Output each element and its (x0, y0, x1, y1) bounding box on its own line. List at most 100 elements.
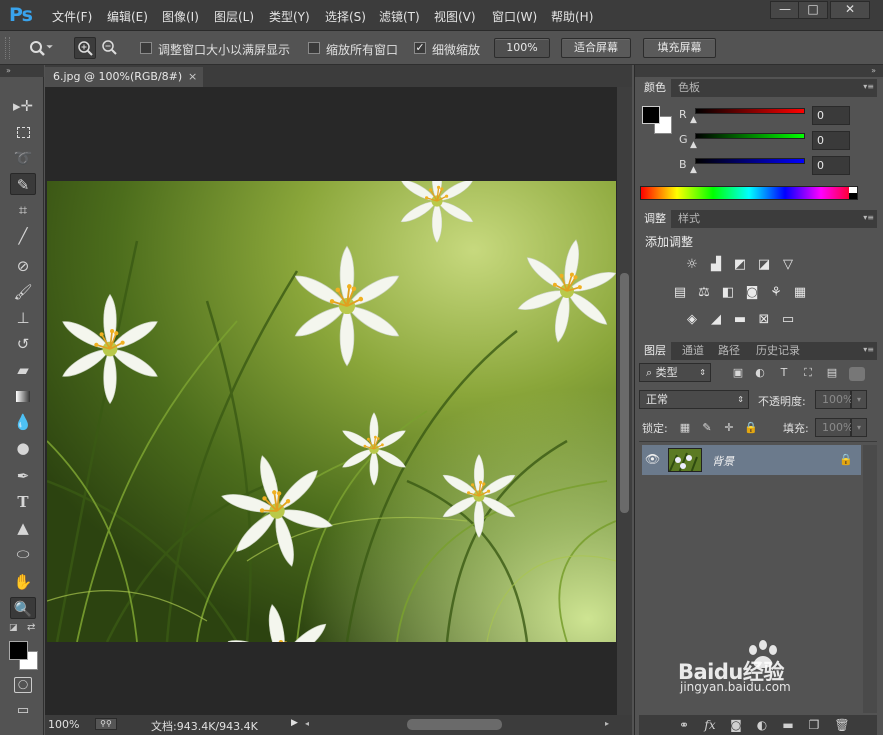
zoom-level[interactable]: 100% (48, 718, 79, 731)
vibrance-icon[interactable]: ▽ (779, 257, 797, 273)
ellipse-tool-icon[interactable]: ⬭ (10, 543, 36, 565)
new-group-icon[interactable]: ▬ (780, 718, 796, 732)
marquee-tool-icon[interactable] (10, 121, 36, 143)
zoom-out-button[interactable] (99, 37, 121, 59)
zoom-all-windows-checkbox[interactable] (308, 42, 320, 54)
lock-all-icon[interactable]: 🔒 (744, 421, 758, 435)
fill-field[interactable]: 100% (815, 418, 853, 437)
menu-view[interactable]: 视图(V) (434, 8, 476, 25)
swap-colors-icon[interactable]: ⇄ (27, 622, 39, 633)
quick-mask-icon[interactable]: ◯ (14, 677, 32, 693)
tab-swatches[interactable]: 色板 (673, 79, 705, 97)
add-mask-icon[interactable]: ◙ (728, 718, 744, 732)
layer-filter-dropdown[interactable]: ⌕ 类型 ⇕ (639, 363, 711, 382)
red-value-field[interactable]: 0 (812, 106, 850, 125)
status-info-icon[interactable]: ⚲⚲ (95, 718, 117, 730)
levels-icon[interactable]: ▟ (707, 257, 725, 273)
panel-menu-icon[interactable]: ▾≡ (863, 82, 874, 91)
path-select-tool-icon[interactable]: ▲ (10, 517, 36, 539)
status-menu-arrow-icon[interactable]: ▶ (291, 718, 298, 728)
move-tool-icon[interactable]: ▸✛ (10, 95, 36, 117)
link-layers-icon[interactable]: ⚭ (676, 718, 692, 732)
gradient-tool-icon[interactable] (10, 385, 36, 407)
red-slider[interactable] (695, 108, 805, 114)
photo-filter-icon[interactable]: ◙ (743, 285, 761, 301)
history-brush-tool-icon[interactable]: ↺ (10, 333, 36, 355)
tab-color[interactable]: 颜色 (639, 79, 671, 97)
tab-history[interactable]: 历史记录 (751, 342, 805, 360)
panel-menu-icon[interactable]: ▾≡ (863, 213, 874, 222)
tab-channels[interactable]: 通道 (677, 342, 709, 360)
opacity-field[interactable]: 100% (815, 390, 853, 409)
menu-image[interactable]: 图像(I) (162, 8, 199, 25)
lock-transparent-icon[interactable]: ▦ (678, 421, 692, 435)
color-spectrum-bar[interactable] (640, 186, 858, 200)
close-tab-icon[interactable]: × (188, 67, 197, 87)
black-white-icon[interactable]: ◧ (719, 285, 737, 301)
brightness-icon[interactable]: ☼ (683, 257, 701, 273)
blue-slider-handle[interactable]: ▲ (690, 165, 697, 175)
quick-select-tool-icon[interactable]: ✎ (10, 173, 36, 195)
filter-type-icon[interactable]: T (777, 366, 791, 380)
filter-pixel-icon[interactable]: ▣ (731, 366, 745, 380)
tab-adjustments[interactable]: 调整 (639, 210, 671, 228)
crop-tool-icon[interactable]: ⌗ (10, 199, 36, 221)
filter-adjustment-icon[interactable]: ◐ (753, 366, 767, 380)
screen-mode-icon[interactable]: ▭ (14, 703, 32, 719)
opacity-dropdown-arrow-icon[interactable]: ▾ (851, 390, 867, 409)
vertical-scrollbar[interactable] (617, 87, 632, 715)
tools-collapse-handle[interactable]: » (0, 65, 44, 77)
maximize-button[interactable]: □ (798, 1, 828, 19)
blue-value-field[interactable]: 0 (812, 156, 850, 175)
vertical-scroll-thumb[interactable] (620, 273, 629, 513)
lock-position-icon[interactable]: ✛ (722, 421, 736, 435)
grip-handle[interactable] (5, 37, 10, 59)
eyedropper-tool-icon[interactable]: ╱ (10, 225, 36, 247)
lasso-tool-icon[interactable]: ➰ (10, 147, 36, 169)
foreground-color-swatch[interactable] (9, 641, 28, 660)
menu-edit[interactable]: 编辑(E) (107, 8, 148, 25)
canvas-area[interactable] (45, 87, 617, 715)
eye-visibility-icon[interactable]: 👁 (645, 452, 660, 466)
color-lookup-icon[interactable]: ▦ (791, 285, 809, 301)
layer-row-background[interactable]: 👁 背景 🔒 (642, 445, 861, 475)
menu-file[interactable]: 文件(F) (52, 8, 92, 25)
tab-styles[interactable]: 样式 (673, 210, 705, 228)
resize-windows-checkbox[interactable] (140, 42, 152, 54)
lock-image-icon[interactable]: ✎ (700, 421, 714, 435)
filter-toggle-switch[interactable] (849, 367, 865, 381)
green-value-field[interactable]: 0 (812, 131, 850, 150)
eraser-tool-icon[interactable]: ▰ (10, 359, 36, 381)
filter-smart-object-icon[interactable]: ▤ (825, 366, 839, 380)
gradient-map-icon[interactable]: ▭ (779, 312, 797, 328)
blend-mode-dropdown[interactable]: 正常 ⇕ (639, 390, 749, 409)
dodge-tool-icon[interactable]: ● (10, 437, 36, 459)
zoom-tool-preset-picker[interactable] (26, 37, 66, 59)
delete-layer-icon[interactable]: 🗑 (834, 718, 850, 732)
default-colors-icon[interactable]: ◪ (9, 623, 21, 633)
close-window-button[interactable]: ✕ (830, 1, 870, 19)
layer-style-icon[interactable]: fx (702, 718, 718, 732)
menu-help[interactable]: 帮助(H) (551, 8, 593, 25)
red-slider-handle[interactable]: ▲ (690, 115, 697, 125)
document-tab[interactable]: 6.jpg @ 100%(RGB/8#) × (45, 67, 203, 87)
zoom-100-button[interactable]: 100% (494, 38, 550, 58)
scrubby-zoom-checkbox[interactable]: ✓ (414, 42, 426, 54)
menu-select[interactable]: 选择(S) (325, 8, 366, 25)
menu-filter[interactable]: 滤镜(T) (379, 8, 420, 25)
blur-tool-icon[interactable]: 💧 (10, 411, 36, 433)
horizontal-scroll-thumb[interactable] (407, 719, 502, 730)
clone-stamp-tool-icon[interactable]: ⊥ (10, 307, 36, 329)
threshold-icon[interactable]: ▬ (731, 312, 749, 328)
posterize-icon[interactable]: ◢ (707, 312, 725, 328)
tab-layers[interactable]: 图层 (639, 342, 671, 360)
zoom-tool-icon[interactable]: 🔍 (10, 597, 36, 619)
pen-tool-icon[interactable]: ✒ (10, 465, 36, 487)
panels-collapse-handle[interactable]: » (635, 65, 883, 77)
invert-icon[interactable]: ◈ (683, 312, 701, 328)
healing-brush-tool-icon[interactable]: ⊘ (10, 255, 36, 277)
color-panel-fg-swatch[interactable] (642, 106, 660, 124)
layer-name[interactable]: 背景 (712, 453, 734, 469)
color-balance-icon[interactable]: ⚖ (695, 285, 713, 301)
layers-scrollbar[interactable] (863, 445, 877, 713)
